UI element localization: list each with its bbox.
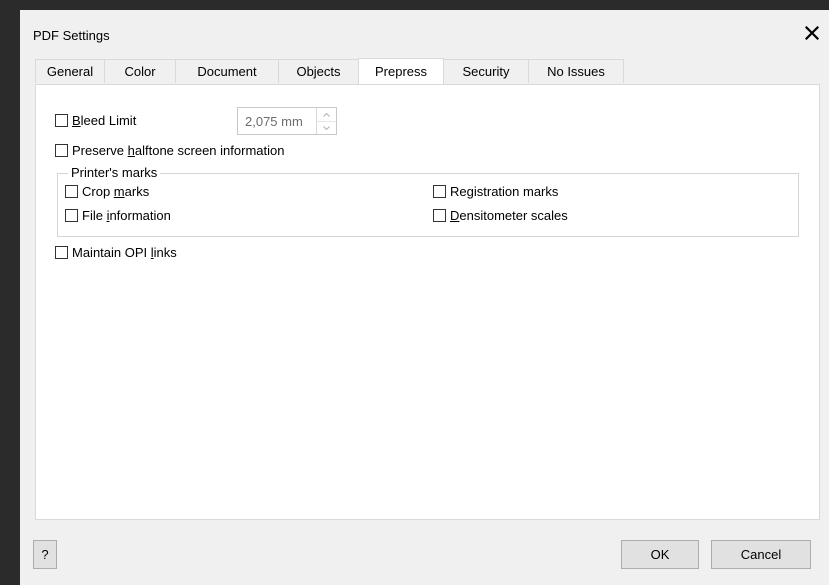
bleed-limit-checkbox[interactable] — [55, 114, 68, 127]
bleed-limit-value[interactable]: 2,075 mm — [245, 114, 303, 129]
registration-marks-option[interactable]: Registration marks — [433, 184, 558, 199]
maintain-opi-links-option[interactable]: Maintain OPI links — [55, 245, 177, 260]
crop-marks-option[interactable]: Crop marks — [65, 184, 149, 199]
tab-strip: General Color Document Objects Prepress … — [35, 58, 624, 84]
maintain-opi-links-checkbox[interactable] — [55, 246, 68, 259]
tab-color[interactable]: Color — [104, 59, 176, 83]
crop-marks-checkbox[interactable] — [65, 185, 78, 198]
densitometer-scales-label: Densitometer scales — [450, 208, 568, 223]
file-information-option[interactable]: File information — [65, 208, 171, 223]
file-information-label: File information — [82, 208, 171, 223]
help-button[interactable]: ? — [33, 540, 57, 569]
tab-objects[interactable]: Objects — [278, 59, 359, 83]
close-button[interactable] — [801, 22, 823, 44]
ok-button[interactable]: OK — [621, 540, 699, 569]
spinner-down-button[interactable] — [317, 121, 336, 134]
file-information-checkbox[interactable] — [65, 209, 78, 222]
window-title: PDF Settings — [33, 28, 110, 43]
bleed-limit-spinner[interactable]: 2,075 mm — [237, 107, 337, 135]
crop-marks-label: Crop marks — [82, 184, 150, 199]
chevron-down-icon — [323, 125, 330, 130]
tab-document[interactable]: Document — [175, 59, 279, 83]
registration-marks-checkbox[interactable] — [433, 185, 446, 198]
tab-general[interactable]: General — [35, 59, 105, 83]
printers-marks-label: Printer's marks — [68, 165, 161, 180]
preserve-halftone-checkbox[interactable] — [55, 144, 68, 157]
tab-prepress[interactable]: Prepress — [358, 58, 444, 84]
prepress-panel: Bleed Limit 2,075 mm Preserve halftone s… — [35, 84, 820, 520]
title-bar: PDF Settings — [20, 10, 829, 54]
close-icon — [805, 26, 819, 40]
printers-marks-group: Printer's marks Crop marks File informat… — [57, 165, 799, 237]
tab-security[interactable]: Security — [443, 59, 529, 83]
densitometer-scales-checkbox[interactable] — [433, 209, 446, 222]
pdf-settings-dialog: PDF Settings General Color Document Obje… — [20, 10, 829, 585]
densitometer-scales-option[interactable]: Densitometer scales — [433, 208, 568, 223]
chevron-up-icon — [323, 112, 330, 117]
registration-marks-label: Registration marks — [450, 184, 559, 199]
preserve-halftone-option[interactable]: Preserve halftone screen information — [55, 143, 284, 158]
cancel-button[interactable]: Cancel — [711, 540, 811, 569]
spinner-buttons — [316, 108, 336, 134]
bleed-limit-option[interactable]: Bleed Limit — [55, 113, 136, 128]
spinner-up-button[interactable] — [317, 108, 336, 122]
maintain-opi-links-label: Maintain OPI links — [72, 245, 177, 260]
preserve-halftone-label: Preserve halftone screen information — [72, 143, 285, 158]
bleed-limit-label: Bleed Limit — [72, 113, 137, 128]
tab-no-issues[interactable]: No Issues — [528, 59, 624, 83]
